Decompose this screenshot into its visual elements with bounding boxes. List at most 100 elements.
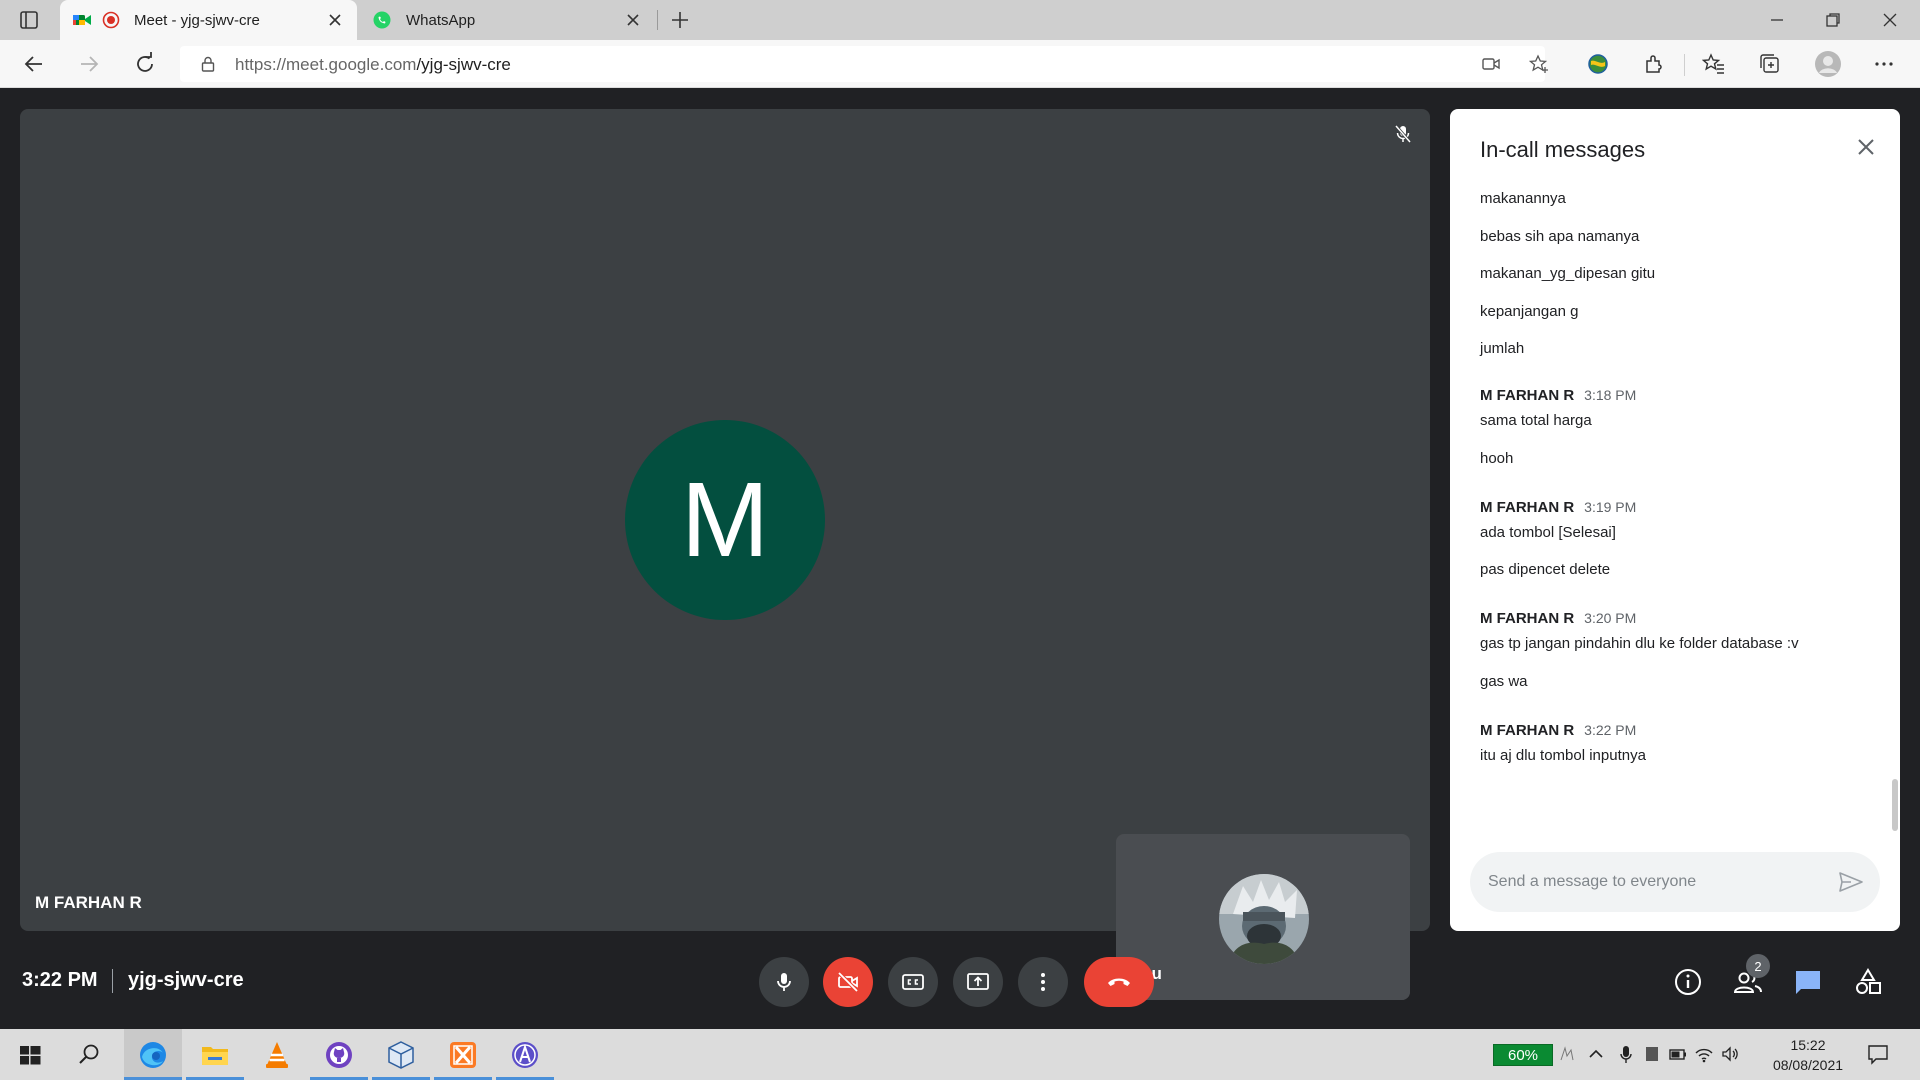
back-arrow-icon[interactable] (20, 50, 48, 78)
present-screen-icon (967, 973, 989, 990)
chat-message: ada tombol [Selesai] (1480, 523, 1616, 541)
message-time: 3:19 PM (1584, 498, 1637, 515)
network-activity-icon[interactable] (1557, 1044, 1577, 1064)
favorites-icon[interactable] (1702, 52, 1726, 76)
close-icon[interactable] (1852, 133, 1880, 161)
url-path: /yjg-sjwv-cre (416, 55, 511, 74)
sender-name: M FARHAN R (1480, 387, 1575, 404)
close-tab-icon[interactable] (623, 10, 643, 30)
message-time: 3:20 PM (1584, 610, 1637, 626)
github-desktop-icon[interactable] (323, 1039, 355, 1071)
extensions-icon[interactable] (1642, 52, 1666, 76)
close-window-icon[interactable] (1878, 8, 1902, 32)
system-date: 08/08/2021 (1772, 1057, 1844, 1073)
chat-message: itu aj dlu tombol inputnya (1480, 746, 1646, 764)
tab-actions-icon[interactable] (18, 9, 40, 31)
in-call-messages-panel: In-call messages makanannya bebas sih ap… (1450, 109, 1900, 931)
collections-icon[interactable] (1758, 52, 1782, 76)
minimize-icon[interactable] (1765, 8, 1789, 32)
battery-tray-icon[interactable] (1668, 1044, 1688, 1064)
lock-icon[interactable] (198, 54, 218, 74)
hang-up-icon (1108, 978, 1130, 986)
camera-toggle-button[interactable] (823, 957, 873, 1007)
message-list: makanannya bebas sih apa namanya makanan… (1480, 189, 1870, 776)
chat-message: jumlah (1480, 340, 1525, 357)
chat-message: hooh (1480, 449, 1514, 467)
extension-globe-icon[interactable] (1586, 52, 1610, 76)
message-time: 3:18 PM (1584, 387, 1637, 403)
tab-whatsapp[interactable]: WhatsApp (360, 0, 655, 40)
toolbar-divider (1684, 54, 1685, 76)
message-sender-row: M FARHAN R 3:22 PM (1480, 722, 1870, 746)
sender-name: M FARHAN R (1480, 610, 1575, 627)
meeting-time: 3:22 PM (22, 969, 98, 991)
microphone-button[interactable] (759, 957, 809, 1007)
message-time: 3:22 PM (1584, 721, 1637, 738)
close-tab-icon[interactable] (325, 10, 345, 30)
camera-in-use-icon[interactable] (1480, 53, 1502, 75)
vlc-player-icon[interactable] (261, 1039, 293, 1071)
message-sender-row: M FARHAN R 3:18 PM (1480, 387, 1870, 411)
more-options-button[interactable] (1018, 957, 1068, 1007)
system-time: 15:22 (1790, 1037, 1826, 1053)
windows-start-icon[interactable] (14, 1039, 46, 1071)
sender-name: M FARHAN R (1480, 721, 1575, 739)
message-group: M FARHAN R 3:22 PM itu aj dlu tombol inp… (1480, 722, 1870, 776)
android-studio-icon[interactable] (509, 1039, 541, 1071)
recording-indicator-icon (102, 11, 120, 29)
message-sender-row: M FARHAN R 3:19 PM (1480, 499, 1870, 523)
refresh-icon[interactable] (131, 50, 159, 78)
browser-tab-bar: Meet - yjg-sjwv-cre WhatsApp (0, 0, 1920, 40)
virtualbox-icon[interactable] (385, 1039, 417, 1071)
edge-browser-icon[interactable] (137, 1039, 169, 1071)
system-clock[interactable]: 15:22 08/08/2021 (1768, 1035, 1848, 1075)
windows-taskbar: 60% 15:22 08/08/2021 (0, 1029, 1920, 1080)
chat-scrollbar[interactable] (1892, 779, 1898, 831)
tab-title: WhatsApp (406, 11, 476, 29)
microphone-tray-icon[interactable] (1616, 1044, 1636, 1064)
microphone-icon (777, 973, 791, 991)
meeting-code: yjg-sjwv-cre (128, 969, 244, 991)
chat-icon[interactable] (1793, 967, 1823, 997)
people-count-badge: 2 (1746, 954, 1770, 978)
closed-captions-icon (902, 974, 924, 990)
message-group: M FARHAN R 3:19 PM ada tombol [Selesai] … (1480, 499, 1870, 591)
message-group: M FARHAN R 3:18 PM sama total harga hooh (1480, 387, 1870, 479)
chat-message: kepanjangan g (1480, 302, 1579, 320)
more-menu-icon[interactable] (1872, 52, 1896, 76)
url-domain: https://meet.google.com (235, 55, 417, 74)
captions-button[interactable] (888, 957, 938, 1007)
volume-icon[interactable] (1720, 1044, 1740, 1064)
main-video-tile: M M FARHAN R (20, 109, 1430, 931)
url-text: https://meet.google.com/yjg-sjwv-cre (235, 55, 511, 75)
tab-meet[interactable]: Meet - yjg-sjwv-cre (60, 0, 357, 40)
tab-separator (657, 10, 658, 30)
chat-message: gas wa (1480, 672, 1528, 690)
message-group: M FARHAN R 3:20 PM gas tp jangan pindahi… (1480, 610, 1870, 702)
participant-name: M FARHAN R (35, 893, 142, 912)
sender-name: M FARHAN R (1480, 498, 1575, 516)
battery-meter[interactable]: 60% (1493, 1044, 1553, 1066)
add-favorite-icon[interactable] (1528, 53, 1550, 75)
present-screen-button[interactable] (953, 957, 1003, 1007)
profile-avatar-icon[interactable] (1814, 50, 1842, 78)
wifi-icon[interactable] (1694, 1044, 1714, 1064)
file-explorer-icon[interactable] (199, 1039, 231, 1071)
meeting-details-icon[interactable] (1673, 967, 1703, 997)
new-tab-icon[interactable] (668, 8, 692, 32)
chat-message: makanan_yg_dipesan gitu (1480, 265, 1656, 282)
restore-icon[interactable] (1821, 8, 1845, 32)
url-bar[interactable]: https://meet.google.com/yjg-sjwv-cre (180, 46, 1548, 82)
message-composer (1470, 852, 1880, 912)
xampp-icon[interactable] (447, 1039, 479, 1071)
chevron-up-icon[interactable] (1586, 1044, 1606, 1064)
send-icon[interactable] (1838, 870, 1864, 894)
muted-mic-icon (1394, 125, 1412, 143)
activities-icon[interactable] (1853, 967, 1883, 997)
message-input[interactable] (1488, 870, 1818, 894)
search-icon[interactable] (73, 1039, 105, 1071)
leave-call-button[interactable] (1084, 957, 1154, 1007)
device-tray-icon[interactable] (1642, 1044, 1662, 1064)
forward-arrow-icon[interactable] (75, 50, 103, 78)
notifications-icon[interactable] (1866, 1042, 1890, 1066)
